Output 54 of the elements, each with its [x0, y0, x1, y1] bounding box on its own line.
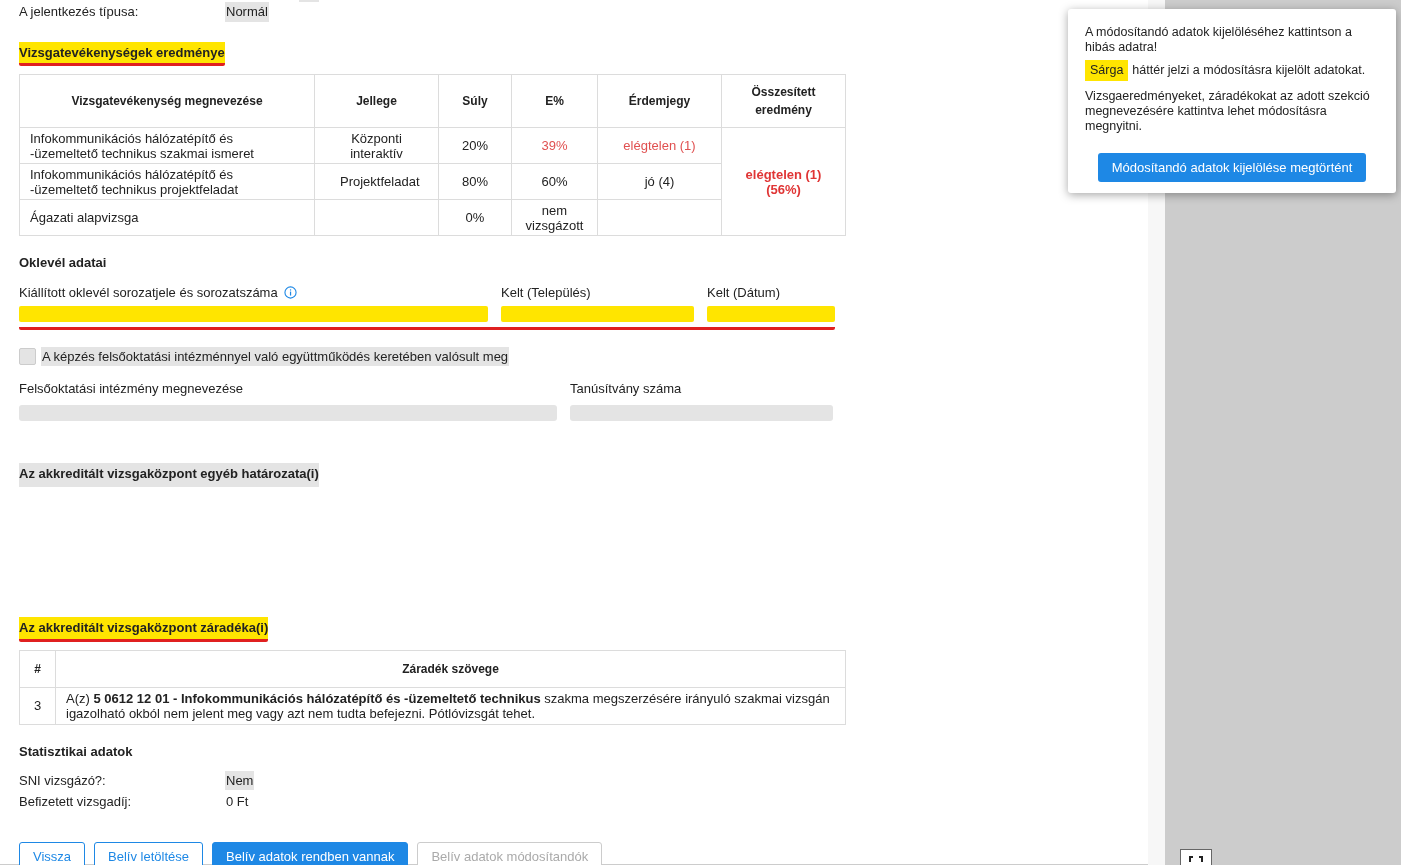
section-title[interactable]: Az akkreditált vizsgaközpont egyéb határozata(i) — [19, 462, 319, 487]
info-value: 0 Ft — [225, 792, 250, 811]
section-title: Statisztikai adatok — [19, 742, 134, 761]
column-header: Záradék szövege — [55, 650, 846, 687]
section-title[interactable]: Vizsgatevékenységek eredménye — [19, 41, 225, 66]
column-header: Súly — [438, 74, 512, 128]
table-cell: 60% — [511, 163, 598, 200]
field-label: Kelt (Dátum) — [707, 283, 780, 302]
table-cell: Infokommunikációs hálózatépítő és -üzemeltető technikus projektfeladat — [19, 163, 315, 200]
info-label: Befizetett vizsgadíj: — [19, 792, 132, 811]
table-cell: 20% — [438, 127, 512, 164]
column-header: E% — [511, 74, 598, 128]
table-cell: elégtelen (1) — [597, 127, 722, 164]
table-cell: Infokommunikációs hálózatépítő és -üzemeltető technikus szakmai ismeret — [19, 127, 315, 164]
column-header: Érdemjegy — [597, 74, 722, 128]
table-cell: A(z) 5 0612 12 01 - Infokommunikációs hálózatépítő és -üzemeltető technikus szakma megszerzésére irányuló szakmai vizsgán igazolható okból nem jelent meg vagy azt nem tudta befejezni. Pótlóvizsgát tehet. — [55, 687, 846, 724]
action-button[interactable]: Vissza — [19, 842, 86, 865]
table-cell: 3 — [19, 687, 56, 724]
field-label: Tanúsítvány száma — [570, 380, 683, 398]
input-field[interactable] — [19, 305, 488, 322]
field-label: Kelt (Település) — [501, 283, 591, 302]
fullscreen-icon[interactable] — [1180, 849, 1212, 865]
checkbox-label[interactable]: A képzés felsőoktatási intézménnyel való együttműködés keretében valósult meg — [41, 346, 510, 366]
info-label: SNI vizsgázó?: — [19, 771, 107, 790]
column-header: Vizsgatevékenység megnevezése — [19, 74, 315, 128]
action-button[interactable]: Belív letöltése — [94, 842, 203, 865]
table-cell: 0% — [438, 199, 512, 236]
column-header: Összesített eredmény — [721, 74, 846, 128]
input-field[interactable] — [707, 305, 835, 322]
table-cell: 80% — [438, 163, 512, 200]
checkbox[interactable] — [19, 347, 36, 365]
info-value[interactable]: Normál — [225, 2, 269, 22]
info-value[interactable]: Nem — [225, 770, 255, 791]
section-title: Oklevél adatai — [19, 254, 108, 272]
table-cell: 39% — [511, 127, 598, 164]
highlight-sample: Sárga — [1085, 60, 1129, 81]
popup-text: háttér jelzi a módosításra kijelölt adatokat. — [1132, 63, 1366, 78]
popup-text: Vizsgaeredményeket, záradékokat az adott szekció megnevezésére kattintva lehet módosításra megnyitni. — [1085, 89, 1371, 134]
column-header: # — [19, 650, 56, 687]
confirm-button[interactable]: Módosítandó adatok kijelölése megtörtént — [1097, 153, 1367, 182]
popup-text: A módosítandó adatok kijelöléséhez kattintson a hibás adatra! — [1085, 25, 1353, 55]
field-label: Felsőoktatási intézmény megnevezése — [19, 380, 244, 398]
table-cell: Ágazati alapvizsga — [19, 199, 315, 236]
table-cell: nem vizsgázott — [511, 199, 598, 236]
table-cell: elégtelen (1) (56%) — [721, 127, 846, 236]
table-cell: Projektfeladat — [314, 163, 439, 200]
section-title[interactable]: Az akkreditált vizsgaközpont záradéka(i) — [19, 617, 269, 642]
table-cell: Központi interaktív — [314, 127, 439, 164]
input-field[interactable] — [501, 305, 694, 322]
action-button[interactable]: Belív adatok rendben vannak — [212, 842, 409, 865]
info-icon[interactable] — [283, 286, 297, 299]
column-header: Jellege — [314, 74, 439, 128]
info-label: A jelentkezés típusa: — [19, 3, 140, 21]
field-label: Kiállított oklevél sorozatjele és sorozatszáma — [19, 283, 278, 302]
